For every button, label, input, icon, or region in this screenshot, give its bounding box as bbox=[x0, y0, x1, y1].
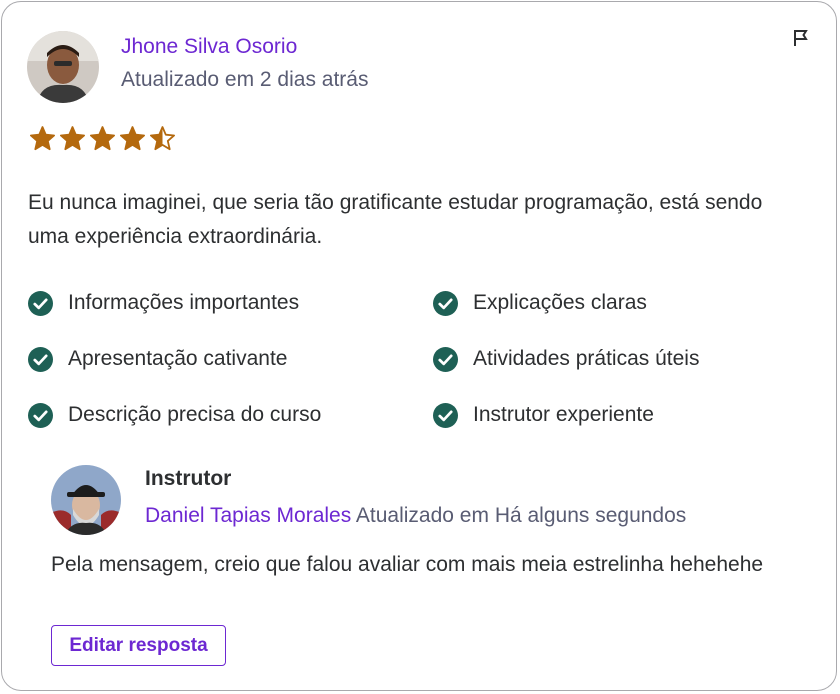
tag-label: Atividades práticas úteis bbox=[473, 347, 700, 370]
reviewer-avatar bbox=[27, 31, 99, 103]
star-full-icon bbox=[60, 126, 85, 151]
tag-label: Apresentação cativante bbox=[68, 347, 288, 370]
check-circle-icon bbox=[28, 290, 53, 316]
tag-item: Atividades práticas úteis bbox=[433, 344, 699, 374]
check-circle-icon bbox=[433, 346, 458, 372]
review-updated-time: Atualizado em 2 dias atrás bbox=[121, 68, 369, 91]
flag-icon[interactable] bbox=[791, 28, 811, 48]
star-full-icon bbox=[120, 126, 145, 151]
tag-label: Descrição precisa do curso bbox=[68, 403, 322, 426]
reviewer-name: Jhone Silva Osorio bbox=[121, 35, 298, 58]
check-circle-icon bbox=[28, 402, 53, 428]
instructor-heading: Instrutor bbox=[145, 467, 232, 490]
reply-updated-time: Atualizado em Há alguns segundos bbox=[355, 504, 687, 527]
instructor-name-link[interactable]: Daniel Tapias Morales bbox=[145, 504, 351, 527]
reply-text: Pela mensagem, creio que falou avaliar c… bbox=[51, 553, 764, 576]
tag-item: Instrutor experiente bbox=[433, 400, 654, 430]
tag-label: Instrutor experiente bbox=[473, 403, 654, 426]
check-circle-icon bbox=[433, 402, 458, 428]
review-text: Eu nunca imaginei, que seria tão gratifi… bbox=[28, 191, 763, 248]
star-full-icon bbox=[90, 126, 115, 151]
tag-item: Apresentação cativante bbox=[28, 344, 287, 374]
instructor-avatar bbox=[51, 465, 121, 535]
tag-item: Explicações claras bbox=[433, 288, 647, 318]
tag-label: Informações importantes bbox=[68, 291, 300, 314]
tag-item: Descrição precisa do curso bbox=[28, 400, 321, 430]
check-circle-icon bbox=[433, 290, 458, 316]
star-full-icon bbox=[30, 126, 55, 151]
edit-reply-button[interactable]: Editar resposta bbox=[51, 625, 226, 666]
instructor-meta: Daniel Tapias Morales Atualizado em Há a… bbox=[145, 504, 686, 528]
check-circle-icon bbox=[28, 346, 53, 372]
star-rating bbox=[29, 125, 176, 153]
star-half-icon bbox=[150, 126, 175, 151]
review-card: Jhone Silva Osorio Atualizado em 2 dias … bbox=[1, 1, 837, 691]
tag-label: Explicações claras bbox=[473, 291, 647, 314]
tag-item: Informações importantes bbox=[28, 288, 299, 318]
